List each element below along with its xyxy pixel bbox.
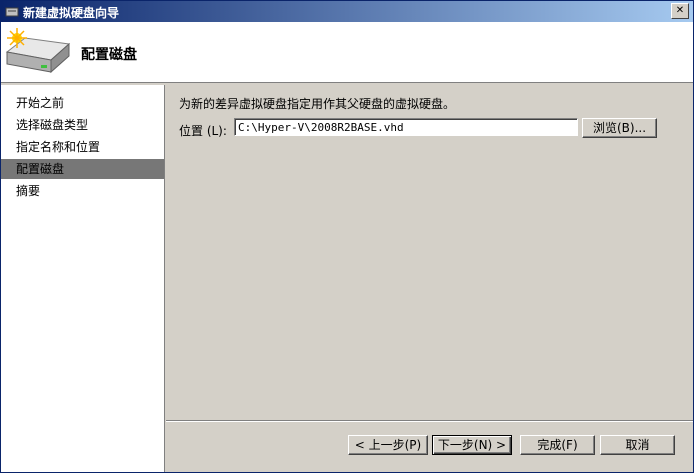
finish-button[interactable]: 完成(F) [520,435,595,455]
location-input[interactable]: C:\Hyper-V\2008R2BASE.vhd [234,118,578,136]
sidebar-item-before-you-begin[interactable]: 开始之前 [1,93,164,113]
next-button[interactable]: 下一步(N) > [432,435,512,455]
wizard-steps-sidebar: 开始之前 选择磁盘类型 指定名称和位置 配置磁盘 摘要 [1,85,165,472]
sidebar-item-summary[interactable]: 摘要 [1,181,164,201]
instruction-text: 为新的差异虚拟硬盘指定用作其父硬盘的虚拟硬盘。 [179,97,456,111]
title-bar: 新建虚拟硬盘向导 ✕ [1,1,693,22]
wizard-header: 配置磁盘 [1,22,693,83]
footer-divider-highlight [166,421,693,422]
sidebar-item-configure-disk[interactable]: 配置磁盘 [1,159,164,179]
location-label: 位置 (L): [179,124,227,138]
wizard-icon [5,7,19,17]
cancel-button[interactable]: 取消 [600,435,675,455]
wizard-window: 新建虚拟硬盘向导 ✕ 配置磁盘 开始之前 选择磁盘类型 指定名称和位置 配置磁盘… [0,0,694,473]
browse-button[interactable]: 浏览(B)... [582,118,657,138]
sidebar-item-choose-disk-type[interactable]: 选择磁盘类型 [1,115,164,135]
close-icon: ✕ [675,5,685,16]
wizard-content: 为新的差异虚拟硬盘指定用作其父硬盘的虚拟硬盘。 位置 (L): C:\Hyper… [166,85,693,420]
hard-disk-icon [5,28,71,74]
sidebar-item-specify-name-location[interactable]: 指定名称和位置 [1,137,164,157]
close-button[interactable]: ✕ [671,3,689,19]
page-title: 配置磁盘 [81,47,137,63]
back-button[interactable]: < 上一步(P) [348,435,428,455]
window-title: 新建虚拟硬盘向导 [23,6,120,20]
